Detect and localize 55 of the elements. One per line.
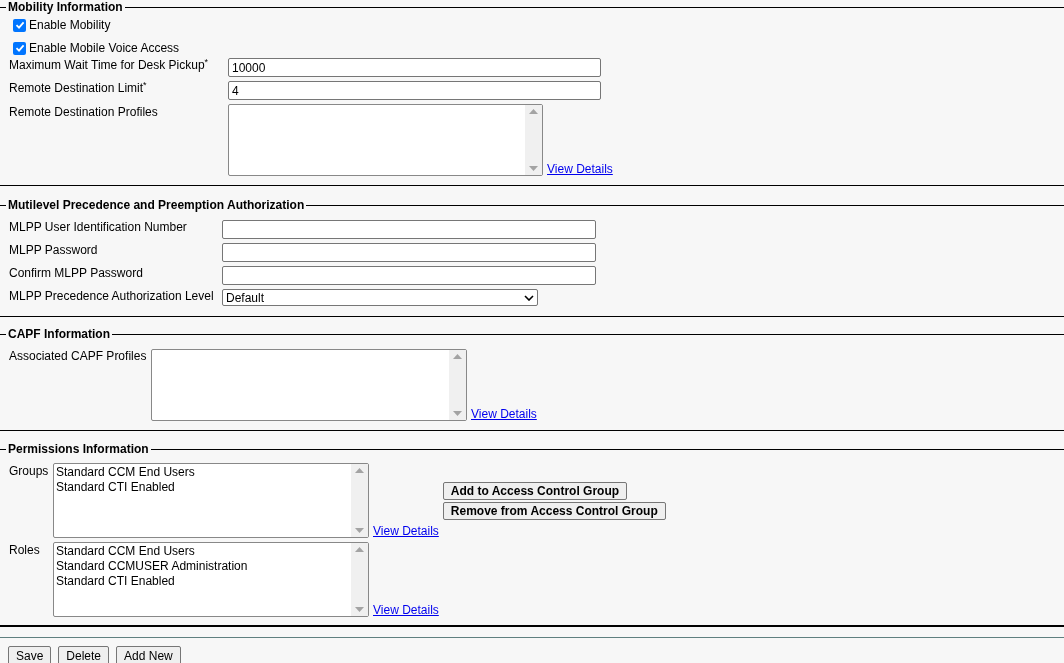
scroll-up-icon[interactable] bbox=[529, 109, 538, 114]
list-item[interactable]: Standard CTI Enabled bbox=[56, 480, 349, 495]
field-label: Groups bbox=[9, 463, 50, 478]
form-button[interactable]: Add New bbox=[116, 646, 181, 663]
input-field[interactable]: 10000 bbox=[228, 58, 601, 77]
scroll-down-icon[interactable] bbox=[355, 607, 364, 612]
list-box[interactable]: Standard CCM End Users Standard CTI Enabled bbox=[53, 463, 369, 538]
field-label: Remote Destination Limit$^{*}$ bbox=[9, 81, 148, 95]
field-label: MLPP Password bbox=[9, 243, 99, 257]
checkbox-label: Enable Mobile Voice Access bbox=[29, 41, 180, 55]
checkbox[interactable] bbox=[13, 41, 26, 55]
field-label: Remote Destination Profiles bbox=[9, 104, 159, 119]
form-button[interactable]: Delete bbox=[58, 646, 110, 663]
input-field[interactable] bbox=[222, 220, 596, 239]
action-button[interactable]: Add to Access Control Group bbox=[442, 482, 628, 500]
scroll-down-icon[interactable] bbox=[453, 411, 462, 416]
list-item[interactable]: Standard CCM End Users bbox=[56, 465, 349, 480]
section-title: Permissions Information bbox=[7, 442, 150, 456]
scroll-down-icon[interactable] bbox=[529, 166, 538, 171]
dropdown[interactable]: Default bbox=[222, 289, 538, 306]
scrollbar[interactable] bbox=[351, 464, 368, 537]
chevron-down-icon bbox=[524, 294, 534, 301]
view-details-link[interactable]: View Details bbox=[471, 407, 537, 421]
checkbox-label: Enable Mobility bbox=[29, 18, 111, 32]
field-label: Confirm MLPP Password bbox=[9, 266, 144, 280]
view-details-link[interactable]: View Details bbox=[373, 603, 439, 617]
field-label: Associated CAPF Profiles bbox=[9, 349, 148, 363]
list-box[interactable]: Standard CCM End Users Standard CCMUSER Administration Standard CTI Enabled bbox=[53, 542, 369, 617]
section-title: CAPF Information bbox=[7, 327, 111, 341]
scrollbar[interactable] bbox=[525, 105, 542, 175]
input-field[interactable] bbox=[222, 243, 596, 262]
view-details-link[interactable]: View Details bbox=[547, 162, 613, 176]
scroll-up-icon[interactable] bbox=[355, 547, 364, 552]
section-title: Mutilevel Precedence and Preemption Authorization bbox=[7, 198, 306, 212]
action-button[interactable]: Remove from Access Control Group bbox=[442, 502, 666, 520]
section-title: Mobility Information bbox=[7, 0, 124, 14]
list-item[interactable]: Standard CCM End Users bbox=[56, 544, 349, 559]
field-label: Maximum Wait Time for Desk Pickup$^{*}$ bbox=[9, 58, 210, 72]
list-box[interactable] bbox=[151, 349, 467, 421]
list-item[interactable]: Standard CTI Enabled bbox=[56, 574, 349, 589]
scroll-down-icon[interactable] bbox=[355, 528, 364, 533]
field-label: MLPP User Identification Number bbox=[9, 220, 188, 234]
field-label: MLPP Precedence Authorization Level bbox=[9, 289, 215, 303]
input-field[interactable] bbox=[222, 266, 596, 285]
form-button[interactable]: Save bbox=[8, 646, 52, 663]
list-item[interactable]: Standard CCMUSER Administration bbox=[56, 559, 349, 574]
scrollbar[interactable] bbox=[449, 350, 466, 420]
checkbox[interactable] bbox=[13, 18, 26, 32]
scroll-up-icon[interactable] bbox=[453, 354, 462, 359]
scrollbar[interactable] bbox=[351, 543, 368, 616]
scroll-up-icon[interactable] bbox=[355, 468, 364, 473]
field-label: Roles bbox=[9, 542, 41, 557]
list-box[interactable] bbox=[228, 104, 543, 176]
input-field[interactable]: 4 bbox=[228, 81, 601, 100]
view-details-link[interactable]: View Details bbox=[373, 524, 439, 538]
